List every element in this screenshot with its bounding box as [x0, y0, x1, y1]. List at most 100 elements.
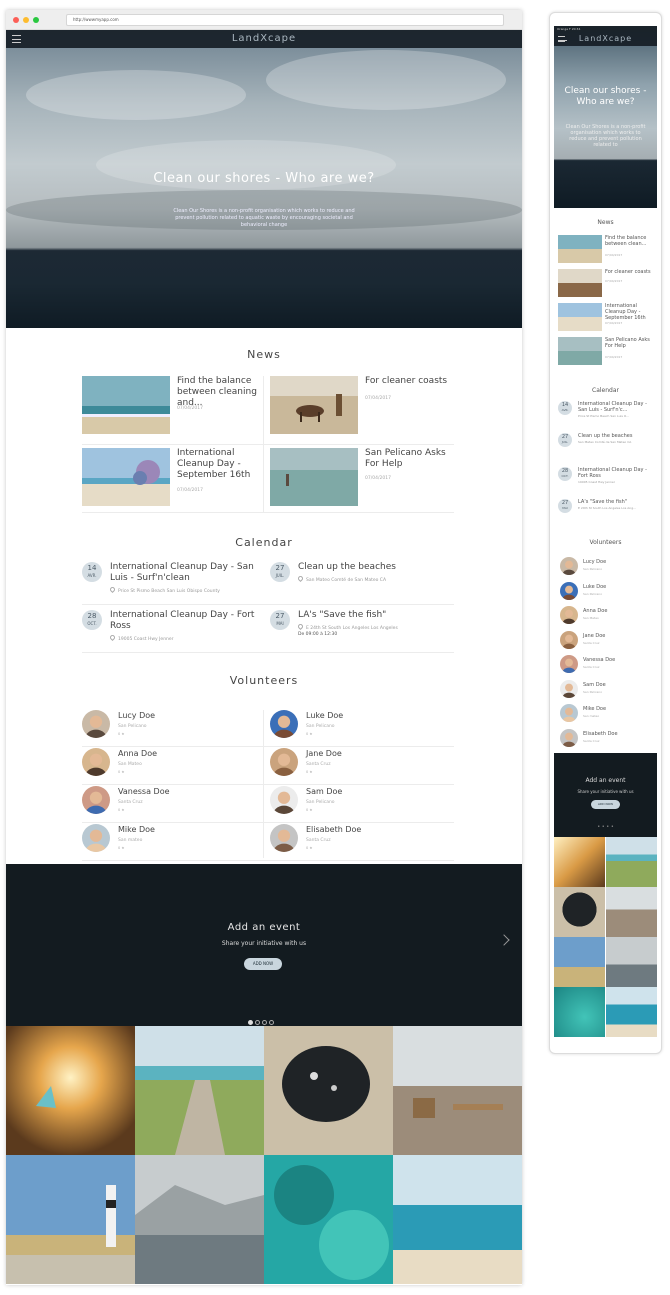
avatar — [270, 824, 298, 852]
volunteer-city: San mateo — [118, 838, 143, 843]
gallery-photo[interactable] — [606, 987, 657, 1037]
volunteer-item[interactable]: Lucy Doe San Pelicano 0 ★ — [82, 710, 262, 744]
add-now-button[interactable]: ADD NOW — [591, 800, 620, 809]
mobile-volunteer-item[interactable]: Sam Doe San Pelicano — [560, 679, 650, 700]
event-title: International Cleanup Day - Fort Ross — [578, 467, 647, 479]
gallery-photo[interactable] — [393, 1155, 522, 1284]
gallery-photo[interactable] — [606, 937, 657, 987]
event-location: Price St Pismo Beach San Luis Obispo Cou… — [108, 585, 220, 594]
date-badge: 28 OCT. — [82, 610, 102, 630]
avatar — [270, 748, 298, 776]
calendar-event[interactable]: 27 JUIL. Clean up the beaches San Mateo C… — [270, 562, 450, 606]
volunteer-rating: 0 ★ — [118, 846, 125, 850]
hero-section: LandXcape Clean our shores - Who are we?… — [6, 30, 522, 328]
volunteer-item[interactable]: Jane Doe Santa Cruz 0 ★ — [270, 748, 450, 782]
avatar — [560, 728, 578, 747]
mobile-volunteer-item[interactable]: Elisabeth Doe Santa Cruz — [560, 728, 650, 749]
gallery-photo[interactable] — [135, 1026, 264, 1155]
mobile-device: Orange F 20:34 LandXcape Clean our shore… — [549, 12, 662, 1054]
event-title: LA's "Save the fish" — [578, 499, 628, 505]
brand-logo[interactable]: LandXcape — [6, 33, 522, 44]
event-location: E 24th St South Los Angeles Los Angeles — [296, 622, 398, 631]
volunteer-name: Sam Doe — [306, 787, 343, 796]
location-pin-icon — [108, 585, 117, 594]
mobile-volunteer-item[interactable]: Lucy Doe San Pelicano — [560, 557, 650, 577]
gallery-photo[interactable] — [135, 1155, 264, 1284]
news-item[interactable]: International Cleanup Day - September 16… — [82, 448, 262, 512]
event-title: Clean up the beaches — [298, 562, 396, 572]
date-badge: 27 JUIL. — [558, 433, 572, 447]
mobile-calendar-event[interactable]: 28 OCT. International Cleanup Day - Fort R… — [558, 467, 656, 491]
news-item[interactable]: For cleaner coasts 07/04/2017 — [270, 376, 450, 440]
mobile-news-item[interactable]: International Cleanup Day - September 16… — [558, 303, 654, 331]
volunteer-name: Lucy Doe — [583, 559, 607, 565]
news-item[interactable]: Find the balance between cleaning and...… — [82, 376, 262, 440]
event-title: International Cleanup Day - Fort Ross — [110, 610, 255, 631]
mobile-volunteer-item[interactable]: Mike Doe San mateo — [560, 704, 650, 724]
mobile-calendar-event[interactable]: 27 JUIL. Clean up the beaches San Mateo Com… — [558, 433, 656, 457]
brand-logo[interactable]: LandXcape — [554, 34, 657, 43]
event-time: De 09:00 à 12:30 — [298, 632, 338, 637]
mobile-volunteer-item[interactable]: Jane Doe Santa Cruz — [560, 630, 650, 651]
mobile-news-item[interactable]: Find the balance between clean... 07/04/2… — [558, 235, 654, 263]
mobile-news-item[interactable]: San Pelicano Asks For Help 07/04/2017 — [558, 337, 654, 365]
avatar — [82, 824, 110, 852]
news-item[interactable]: San Pelicano Asks For Help 07/04/2017 — [270, 448, 450, 512]
mobile-volunteer-item[interactable]: Luke Doe San Pelicano — [560, 581, 650, 602]
carousel-dots[interactable]: • • • • — [554, 825, 657, 830]
gallery-photo[interactable] — [264, 1026, 393, 1155]
news-thumbnail — [82, 376, 170, 434]
volunteer-item[interactable]: Elisabeth Doe Santa Cruz 0 ★ — [270, 824, 450, 858]
mobile-volunteer-item[interactable]: Vanessa Doe Santa Cruz — [560, 655, 650, 675]
gallery-photo[interactable] — [264, 1155, 393, 1284]
mobile-calendar-event[interactable]: 14 AVR. International Cleanup Day - San Lu… — [558, 401, 656, 425]
volunteer-name: Jane Doe — [306, 749, 342, 758]
calendar-event[interactable]: 14 AVR. International Cleanup Day - San L… — [82, 562, 262, 606]
calendar-event[interactable]: 28 OCT. International Cleanup Day - Fort … — [82, 610, 262, 654]
calendar-event[interactable]: 27 MAI LA's "Save the fish" E 24th St Sou… — [270, 610, 450, 654]
gallery-photo[interactable] — [554, 987, 605, 1037]
volunteer-name: Mike Doe — [118, 825, 155, 834]
news-thumbnail — [558, 337, 602, 365]
volunteer-item[interactable]: Sam Doe San Pelicano 0 ★ — [270, 786, 450, 820]
hero-description: Clean Our Shores is a non-profit organis… — [173, 208, 355, 228]
gallery-photo[interactable] — [554, 887, 605, 937]
gallery-photo[interactable] — [6, 1026, 135, 1155]
avatar — [560, 581, 578, 600]
volunteer-item[interactable]: Mike Doe San mateo 0 ★ — [82, 824, 262, 858]
mobile-news-item[interactable]: For cleaner coasts 07/04/2017 — [558, 269, 654, 297]
date-badge: 27 MAI — [270, 610, 290, 630]
gallery-photo[interactable] — [554, 837, 605, 887]
mobile-hero-description: Clean Our Shores is a non-profit organis… — [565, 124, 646, 148]
maximize-dot-icon[interactable] — [33, 17, 39, 23]
gallery-photo[interactable] — [6, 1155, 135, 1284]
gallery-photo[interactable] — [606, 887, 657, 937]
mobile-navbar: LandXcape — [554, 32, 657, 46]
news-item-title: For cleaner coasts — [365, 376, 448, 386]
volunteer-item[interactable]: Vanessa Doe Santa Cruz 0 ★ — [82, 786, 262, 820]
gallery-photo[interactable] — [606, 837, 657, 887]
close-dot-icon[interactable] — [13, 17, 19, 23]
mobile-volunteer-item[interactable]: Anna Doe San Mateo — [560, 606, 650, 626]
volunteer-city: San Pelicano — [118, 724, 147, 729]
mobile-calendar-event[interactable]: 27 MAI LA's "Save the fish" E 24th St South… — [558, 499, 656, 523]
location-pin-icon — [296, 622, 305, 631]
avatar — [82, 786, 110, 814]
volunteer-name: Lucy Doe — [118, 711, 156, 720]
news-thumbnail — [558, 269, 602, 297]
news-item-date: 07/04/2017 — [605, 355, 623, 359]
event-location: San Mateo Comté de San Mateo CA — [578, 440, 632, 444]
volunteer-rating: 0 ★ — [118, 732, 125, 736]
minimize-dot-icon[interactable] — [23, 17, 29, 23]
volunteer-item[interactable]: Anna Doe San Mateo 0 ★ — [82, 748, 262, 782]
date-badge: 28 OCT. — [558, 467, 572, 481]
url-bar[interactable]: http://wwwmyapp.com — [66, 14, 504, 26]
news-thumbnail — [558, 303, 602, 331]
volunteer-item[interactable]: Luke Doe San Pelicano 0 ★ — [270, 710, 450, 744]
calendar-title: Calendar — [235, 536, 293, 549]
gallery-photo[interactable] — [393, 1026, 522, 1155]
avatar — [82, 710, 110, 738]
gallery-photo[interactable] — [554, 937, 605, 987]
desktop-browser: http://wwwmyapp.com LandXcape Clean our … — [6, 10, 522, 1285]
add-now-button[interactable]: ADD NOW — [244, 958, 282, 970]
